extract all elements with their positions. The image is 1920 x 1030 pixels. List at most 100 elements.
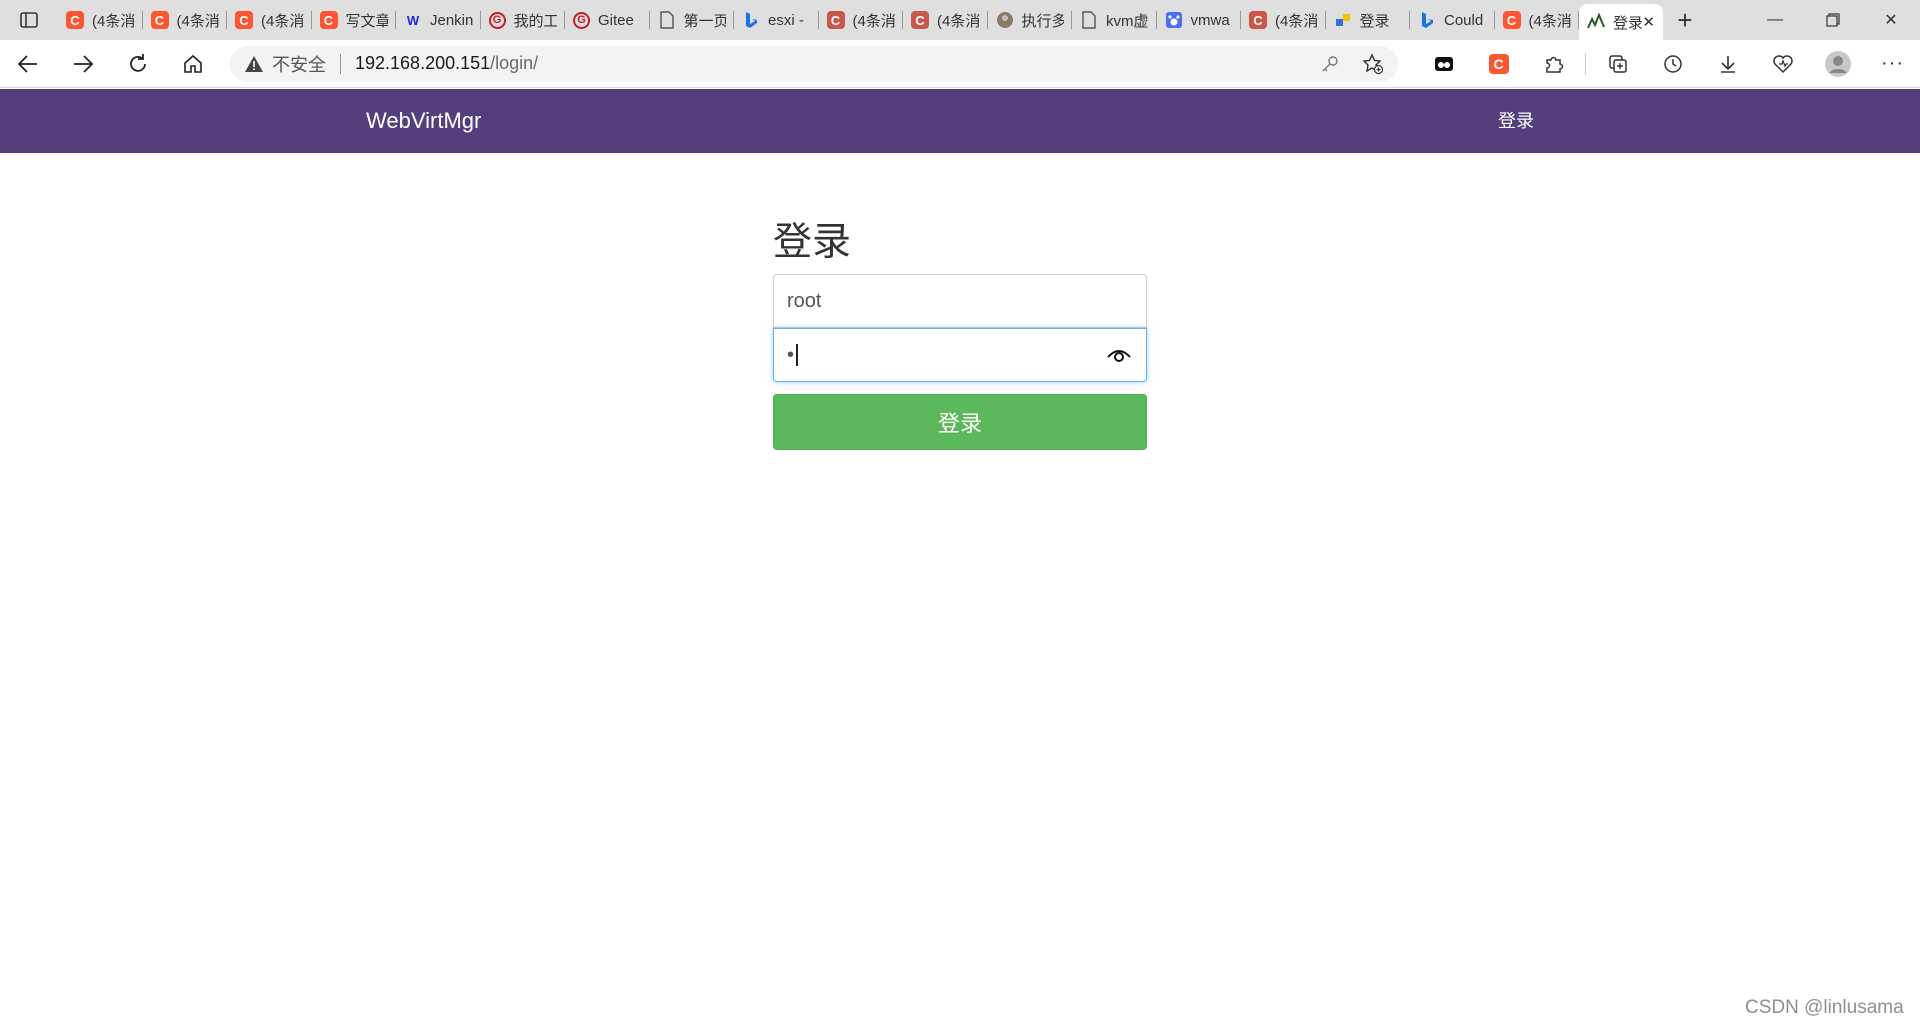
home-button[interactable] (165, 40, 220, 88)
login-title: 登录 (773, 221, 852, 264)
profile-button[interactable] (1810, 40, 1865, 88)
username-value: root (787, 289, 822, 312)
close-window-button[interactable]: ✕ (1862, 0, 1920, 40)
window-controls: — ✕ (1746, 0, 1920, 40)
close-icon[interactable]: ✕ (1642, 13, 1655, 31)
csdn-icon: C (1502, 11, 1521, 29)
collections-button[interactable] (1590, 40, 1645, 88)
close-window-icon: ✕ (1884, 12, 1898, 29)
back-button[interactable] (0, 40, 55, 88)
tab[interactable]: C (4条消 (227, 0, 312, 40)
tab[interactable]: C (4条消 (819, 0, 904, 40)
puzzle-icon (1334, 11, 1352, 29)
extension-glasses-icon (1434, 56, 1453, 71)
url-path: /login/ (490, 53, 539, 73)
brand-link[interactable]: WebVirtMgr (366, 89, 481, 153)
collections-icon (1608, 54, 1627, 73)
tab[interactable]: C (4条消 (1241, 0, 1326, 40)
insecure-label: 不安全 (272, 54, 326, 75)
tab[interactable]: Could (1410, 0, 1495, 40)
minimize-button[interactable]: — (1746, 0, 1804, 40)
show-password-icon[interactable] (1106, 344, 1132, 366)
tab[interactable]: G Gitee (565, 0, 650, 40)
tab[interactable]: 第一页 (650, 0, 735, 40)
browser-toolbar: 不安全 192.168.200.151/login/ C ··· (0, 40, 1920, 88)
password-value: • (787, 343, 795, 366)
tab-title: (4条消 (1275, 12, 1318, 30)
avatar-icon (1824, 50, 1851, 77)
downloads-button[interactable] (1700, 40, 1755, 88)
gitee-icon: G (573, 11, 590, 29)
login-submit-button[interactable]: 登录 (773, 394, 1147, 450)
tab[interactable]: 执行多 (988, 0, 1073, 40)
address-bar[interactable]: 不安全 192.168.200.151/login/ (230, 45, 1398, 82)
tab-strip: C (4条消 C (4条消 C (4条消 C 写文章 W Jenkins G 我的工 G Gitee 第一页… (0, 0, 1920, 40)
tab[interactable]: C (4条消 (1495, 0, 1580, 40)
webvirtmgr-icon (1587, 13, 1605, 31)
tab[interactable]: C (4条消 (903, 0, 988, 40)
csdn-icon: C (235, 11, 253, 29)
csdn-icon: C (150, 11, 169, 29)
performance-button[interactable] (1755, 40, 1810, 88)
tab-title: kvm虚 (1106, 12, 1149, 30)
tab-actions-button[interactable] (0, 0, 58, 40)
tab[interactable]: vmwa (1157, 0, 1242, 40)
tab-title: esxi - (768, 11, 804, 29)
tab[interactable]: G 我的工 (481, 0, 566, 40)
extension-button[interactable] (1416, 40, 1471, 88)
page-icon (1080, 11, 1098, 29)
gitee-icon: G (488, 11, 506, 29)
tab-title: 第一页 (683, 12, 727, 30)
baidu-icon (1165, 11, 1183, 29)
csdn-icon: C (66, 11, 84, 29)
csdn-icon: C (319, 11, 338, 29)
tab-title: (4条消 (852, 12, 896, 30)
bing-icon (1418, 11, 1436, 29)
page-icon (658, 11, 676, 29)
top-navbar: WebVirtMgr 登录 (0, 89, 1920, 153)
home-icon (183, 54, 202, 73)
address-separator (340, 53, 341, 74)
extensions-button[interactable] (1526, 40, 1581, 88)
tab-title: 写文章 (345, 12, 389, 30)
text-caret (796, 344, 799, 366)
tab-title: 我的工 (513, 12, 558, 30)
add-favorite-icon[interactable] (1362, 52, 1384, 75)
minimize-icon: — (1767, 11, 1783, 28)
csdn-icon: C (1249, 11, 1267, 29)
reload-icon (129, 53, 146, 72)
tab-title: (4条消 (1528, 12, 1572, 30)
plus-icon: + (1677, 4, 1693, 35)
restore-button[interactable] (1804, 0, 1862, 40)
tab[interactable]: kvm虚 (1072, 0, 1157, 40)
tab[interactable]: C (4条消 (143, 0, 228, 40)
tab-title: (4条消 (937, 12, 980, 30)
forward-button[interactable] (55, 40, 110, 88)
tab-active[interactable]: 登录 ✕ (1579, 4, 1663, 40)
username-input[interactable]: root (773, 274, 1147, 328)
tab[interactable]: C 写文章 (312, 0, 397, 40)
warning-icon (245, 55, 263, 72)
bing-icon (742, 11, 760, 29)
new-tab-button[interactable]: + (1663, 0, 1707, 40)
csdn-icon: C (826, 11, 845, 29)
heart-pulse-icon (1772, 54, 1793, 73)
history-icon (1663, 54, 1682, 73)
address-bar-actions (1320, 52, 1384, 75)
tab-title: 登录 (1359, 12, 1390, 30)
reload-button[interactable] (110, 40, 165, 88)
tab-title: (4条消 (92, 12, 135, 30)
nav-login-link[interactable]: 登录 (1498, 89, 1534, 153)
avatar-icon (996, 11, 1014, 29)
key-icon[interactable] (1320, 54, 1340, 74)
csdn-extension-button[interactable]: C (1471, 40, 1526, 88)
puzzle-icon (1545, 56, 1563, 73)
tab[interactable]: W Jenkins (396, 0, 481, 40)
password-input[interactable]: • (773, 328, 1147, 382)
history-button[interactable] (1645, 40, 1700, 88)
tab[interactable]: C (4条消 (58, 0, 143, 40)
settings-menu-button[interactable]: ··· (1865, 40, 1920, 88)
tab[interactable]: 登录 (1326, 0, 1411, 40)
tab[interactable]: esxi - (734, 0, 819, 40)
forward-arrow-icon (73, 54, 93, 73)
